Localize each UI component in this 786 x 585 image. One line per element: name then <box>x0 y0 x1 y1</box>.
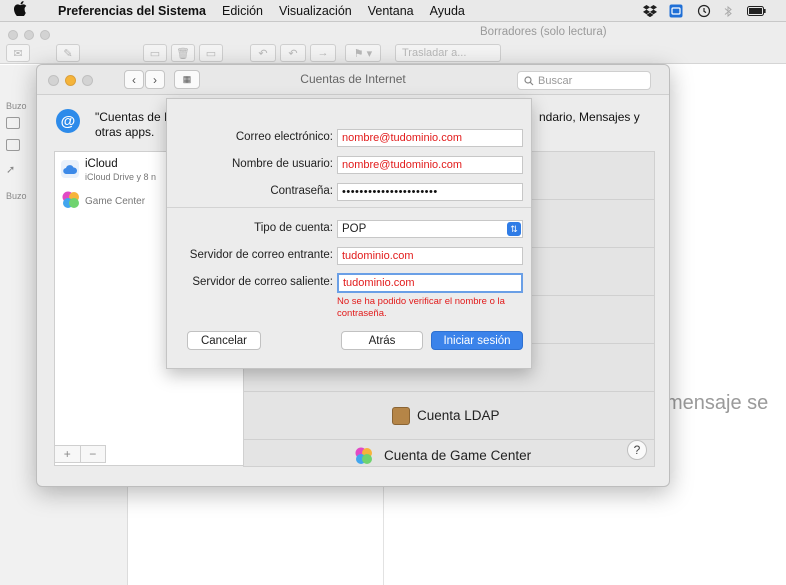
ia-description-right: ndario, Mensajes y <box>539 110 640 124</box>
reply-icon[interactable]: ↶ <box>250 44 276 62</box>
account-detail-icloud: iCloud Drive y 8 n <box>85 172 157 182</box>
ldap-addressbook-icon <box>392 407 410 425</box>
account-type-select[interactable]: POP ⇅ <box>337 220 523 238</box>
incoming-server-label: Servidor de correo entrante: <box>189 249 333 261</box>
back-button[interactable]: Atrás <box>341 331 423 350</box>
list-add-remove-buttons: + − <box>54 445 106 463</box>
mailboxes-heading: Buzo <box>6 101 27 111</box>
mail-close-button[interactable] <box>8 30 18 40</box>
junk-icon[interactable]: ▭ <box>199 44 223 62</box>
sent-icon[interactable]: ➚ <box>6 163 15 176</box>
reply-all-icon[interactable]: ↶ <box>280 44 306 62</box>
flag-icon[interactable]: ⚑ ▾ <box>345 44 381 62</box>
help-button[interactable]: ? <box>627 440 647 460</box>
incoming-server-field[interactable] <box>337 247 523 265</box>
mailboxes-heading-2: Buzo <box>6 191 27 201</box>
username-field[interactable] <box>337 156 523 174</box>
game-center-icon <box>61 190 81 210</box>
menu-bar: Preferencias del Sistema Edición Visuali… <box>0 0 786 22</box>
inbox-icon[interactable] <box>6 117 20 129</box>
no-message-selected-text: mensaje se <box>666 392 769 414</box>
ia-titlebar: ‹ › ▦ Cuentas de Internet Buscar <box>37 65 669 95</box>
outgoing-server-label: Servidor de correo saliente: <box>192 276 333 288</box>
drafts-icon[interactable] <box>6 139 20 151</box>
menu-ayuda[interactable]: Ayuda <box>430 0 465 22</box>
provider-label-ldap: Cuenta LDAP <box>417 408 500 423</box>
move-to-button[interactable]: Trasladar a... <box>395 44 501 62</box>
sheet-divider <box>167 207 531 208</box>
menu-edicion[interactable]: Edición <box>222 0 263 22</box>
select-arrows-icon: ⇅ <box>507 222 521 236</box>
account-detail-game-center: Game Center <box>85 196 146 207</box>
move-to-label: Trasladar a... <box>402 47 467 59</box>
provider-label-game-center: Cuenta de Game Center <box>384 448 532 463</box>
cancel-button[interactable]: Cancelar <box>187 331 261 350</box>
account-name-icloud: iCloud <box>85 158 118 170</box>
forward-icon[interactable]: → <box>310 44 336 62</box>
search-placeholder: Buscar <box>538 74 573 87</box>
account-type-label: Tipo de cuenta: <box>254 222 333 234</box>
bluetooth-icon[interactable] <box>722 3 734 19</box>
email-field[interactable] <box>337 129 523 147</box>
menu-app-name[interactable]: Preferencias del Sistema <box>58 0 206 22</box>
search-icon <box>524 75 534 85</box>
remove-account-button[interactable]: − <box>81 446 106 462</box>
apple-icon[interactable] <box>13 0 32 22</box>
ia-description: "Cuentas de I otras apps. <box>95 110 168 139</box>
outgoing-server-field[interactable] <box>337 273 523 293</box>
mail-minimize-button[interactable] <box>24 30 34 40</box>
verification-error-text: No se ha podido verificar el nombre o la… <box>337 296 505 319</box>
time-machine-icon[interactable] <box>696 3 712 19</box>
search-field[interactable]: Buscar <box>517 71 651 90</box>
battery-icon[interactable] <box>746 3 766 19</box>
provider-row-ldap[interactable]: Cuenta LDAP <box>244 392 654 440</box>
icloud-icon <box>61 160 79 178</box>
at-sign-icon: @ <box>56 109 80 133</box>
account-login-sheet: Correo electrónico: Nombre de usuario: C… <box>166 98 532 369</box>
provider-row-game-center[interactable]: Cuenta de Game Center <box>244 440 654 468</box>
mail-window-title: Borradores (solo lectura) <box>480 26 607 38</box>
add-account-button[interactable]: + <box>55 446 81 462</box>
sign-in-button[interactable]: Iniciar sesión <box>431 331 523 350</box>
password-field[interactable] <box>337 183 523 201</box>
screen-sharing-icon[interactable] <box>668 3 684 19</box>
email-label: Correo electrónico: <box>235 131 333 143</box>
get-mail-icon[interactable]: ✉ <box>6 44 30 62</box>
game-center-provider-icon <box>354 446 374 466</box>
compose-icon[interactable]: ✎ <box>56 44 80 62</box>
mail-zoom-button[interactable] <box>40 30 50 40</box>
archive-icon[interactable]: ▭ <box>143 44 167 62</box>
dropbox-icon[interactable] <box>642 3 658 19</box>
username-label: Nombre de usuario: <box>232 158 333 170</box>
menu-ventana[interactable]: Ventana <box>368 0 414 22</box>
account-type-value: POP <box>342 223 367 235</box>
mail-toolbar: Borradores (solo lectura) ✉ ✎ ▭ 🗑 ▭ ↶ ↶ … <box>0 22 786 64</box>
trash-icon[interactable]: 🗑 <box>171 44 195 62</box>
password-label: Contraseña: <box>270 185 333 197</box>
menu-visualizacion[interactable]: Visualización <box>279 0 352 22</box>
